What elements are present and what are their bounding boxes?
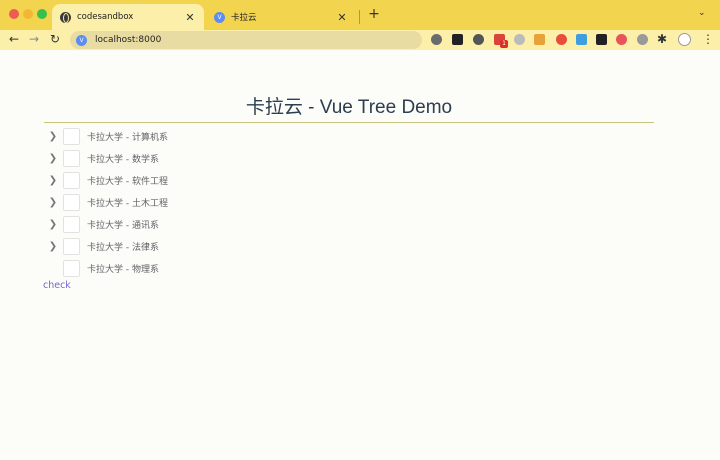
notification-badge: 1 — [500, 40, 508, 48]
more-menu-icon[interactable]: ⋮ — [702, 32, 714, 46]
close-tab-icon[interactable]: ✕ — [184, 11, 196, 24]
tab-codesandbox[interactable]: codesandbox ✕ — [52, 4, 204, 30]
tree-checkbox[interactable] — [63, 127, 80, 145]
back-button[interactable]: ← — [7, 31, 21, 48]
browser-toolbar: ← → ↻ V localhost:8000 1 ✱ ⋮ — [0, 30, 720, 50]
tree-node-label: 卡拉大学 - 物理系 — [87, 264, 159, 275]
caret-right-icon[interactable]: ❯ — [44, 131, 62, 142]
tree-node-label: 卡拉大学 - 软件工程 — [87, 176, 168, 187]
extension-icon[interactable] — [473, 34, 484, 45]
title-divider — [44, 122, 654, 123]
tab-divider — [359, 10, 360, 24]
tree-checkbox[interactable] — [63, 215, 80, 233]
tree-node[interactable]: ❯ 卡拉大学 - 计算机系 — [44, 126, 244, 146]
tab-kalayun[interactable]: V 卡拉云 ✕ — [206, 4, 356, 30]
page-content: 卡拉云 - Vue Tree Demo ❯ 卡拉大学 - 计算机系 ❯ 卡拉大学… — [0, 50, 720, 460]
profile-avatar[interactable] — [678, 33, 691, 46]
browser-titlebar: codesandbox ✕ V 卡拉云 ✕ + ⌄ — [0, 0, 720, 30]
new-tab-button[interactable]: + — [366, 6, 382, 22]
tree-checkbox[interactable] — [63, 237, 80, 255]
extension-icon[interactable] — [637, 34, 648, 45]
caret-right-icon[interactable]: ❯ — [44, 175, 62, 186]
tree-node-label: 卡拉大学 - 法律系 — [87, 242, 159, 253]
extension-icon[interactable] — [431, 34, 442, 45]
page-title: 卡拉云 - Vue Tree Demo — [245, 97, 453, 118]
tree-node[interactable]: ❯ 卡拉大学 - 通讯系 — [44, 214, 244, 234]
globe-icon — [60, 11, 71, 23]
extension-icon[interactable] — [514, 34, 525, 45]
maximize-window-button[interactable] — [37, 9, 47, 19]
tree-node-label: 卡拉大学 - 数学系 — [87, 154, 159, 165]
caret-right-icon[interactable]: ❯ — [44, 241, 62, 252]
tree-node[interactable]: ❯ 卡拉大学 - 数学系 — [44, 148, 244, 168]
caret-right-icon[interactable]: ❯ — [44, 197, 62, 208]
tree-node[interactable]: ❯ 卡拉大学 - 法律系 — [44, 236, 244, 256]
extension-icon[interactable] — [534, 34, 545, 45]
chevron-down-icon[interactable]: ⌄ — [698, 8, 706, 18]
minimize-window-button[interactable] — [23, 9, 33, 19]
tab-title: 卡拉云 — [231, 13, 257, 23]
tree-node[interactable]: ❯ 卡拉大学 - 土木工程 — [44, 192, 244, 212]
tree-node-label: 卡拉大学 - 计算机系 — [87, 132, 168, 143]
tree-checkbox[interactable] — [63, 149, 80, 167]
check-link[interactable]: check — [43, 280, 71, 291]
close-tab-icon[interactable]: ✕ — [336, 11, 348, 24]
extension-icon[interactable] — [616, 34, 627, 45]
tree-checkbox[interactable] — [63, 193, 80, 211]
caret-right-icon[interactable]: ❯ — [44, 219, 62, 230]
tree-checkbox[interactable] — [63, 259, 80, 277]
tree-node[interactable]: ❯ 卡拉大学 - 物理系 — [44, 258, 244, 278]
caret-right-icon[interactable]: ❯ — [44, 153, 62, 164]
address-bar[interactable]: V localhost:8000 — [70, 31, 422, 49]
vue-favicon-icon: V — [76, 34, 87, 46]
vue-favicon-icon: V — [214, 11, 225, 23]
puzzle-icon[interactable]: ✱ — [657, 32, 667, 46]
tab-title: codesandbox — [77, 12, 134, 22]
close-window-button[interactable] — [9, 9, 19, 19]
tree-node-label: 卡拉大学 - 通讯系 — [87, 220, 159, 231]
extension-icon[interactable] — [452, 34, 463, 45]
tree-checkbox[interactable] — [63, 171, 80, 189]
extension-icon[interactable] — [576, 34, 587, 45]
extension-icon[interactable] — [556, 34, 567, 45]
address-url[interactable]: localhost:8000 — [95, 35, 161, 45]
forward-button[interactable]: → — [27, 31, 41, 48]
tree-node[interactable]: ❯ 卡拉大学 - 软件工程 — [44, 170, 244, 190]
reload-button[interactable]: ↻ — [48, 31, 62, 48]
tree-node-label: 卡拉大学 - 土木工程 — [87, 198, 168, 209]
extension-icon[interactable] — [596, 34, 607, 45]
